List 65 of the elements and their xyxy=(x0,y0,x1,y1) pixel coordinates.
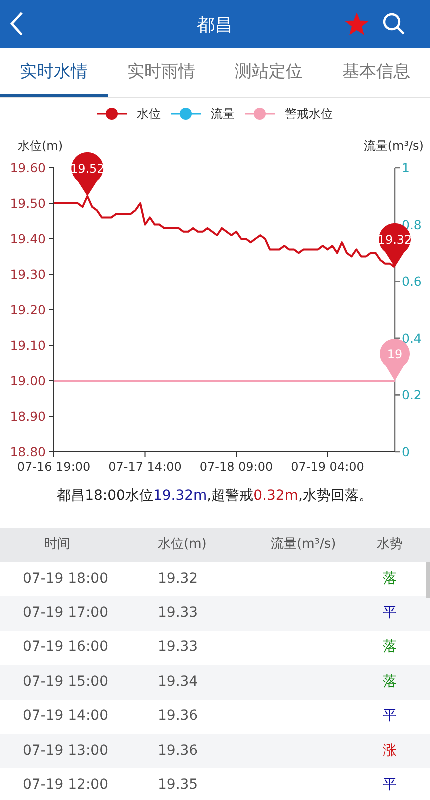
axis-tick-label: 18.80 xyxy=(10,444,46,460)
pin-label: 19 xyxy=(387,348,403,362)
pin-label: 19.32 xyxy=(378,232,412,247)
column-header: 水势 xyxy=(376,536,404,554)
column-header: 水位(m) xyxy=(157,536,208,554)
search-icon[interactable] xyxy=(383,13,405,35)
tab[interactable]: 实时水情 xyxy=(0,48,108,97)
axis-tick-label: 07-19 04:00 xyxy=(291,460,364,474)
axis-tick-label: 07-18 09:00 xyxy=(200,460,274,474)
table-cell: 19.36 xyxy=(158,708,198,724)
table-cell: 涨 xyxy=(383,742,397,759)
table-cell: 19.32 xyxy=(158,570,198,587)
table-cell: 平 xyxy=(383,777,397,794)
axis-tick-label: 07-16 19:00 xyxy=(17,460,91,474)
axis-tick-label: 0.4 xyxy=(402,330,422,346)
tab[interactable]: 测站定位 xyxy=(215,48,322,97)
tab[interactable]: 实时雨情 xyxy=(108,48,215,97)
pin-marker xyxy=(72,152,104,196)
axis-tick-label: 18.90 xyxy=(10,409,46,424)
table-cell: 07-19 18:00 xyxy=(23,570,108,587)
axis-title: 水位(m) xyxy=(18,139,64,153)
table-cell: 平 xyxy=(383,708,397,724)
table-cell: 07-19 12:00 xyxy=(23,777,108,794)
axis-tick-label: 07-17 14:00 xyxy=(108,460,182,474)
axis-tick-label: 19.30 xyxy=(10,267,46,282)
page-title: 都昌 xyxy=(197,14,233,38)
legend-swatch-icon[interactable] xyxy=(97,108,127,120)
back-icon[interactable] xyxy=(10,12,24,36)
axis-tick-label: 0.2 xyxy=(402,388,422,403)
water-level-summary: 都昌18:00水位19.32m,超警戒0.32m,水势回落。 xyxy=(56,487,374,506)
axis-tick-label: 0 xyxy=(402,444,410,460)
tab[interactable]: 基本信息 xyxy=(322,48,430,97)
axis-tick-label: 19.50 xyxy=(10,196,46,211)
legend-label[interactable]: 流量 xyxy=(211,105,235,123)
legend-label[interactable]: 水位 xyxy=(137,105,161,123)
legend-swatch-icon[interactable] xyxy=(171,108,201,120)
pin-label: 19.52 xyxy=(70,162,105,176)
table-cell: 平 xyxy=(383,605,397,622)
table-cell: 19.36 xyxy=(158,742,198,759)
axis-tick-label: 19.00 xyxy=(10,374,46,388)
table-cell: 07-19 15:00 xyxy=(23,674,108,690)
axis-tick-label: 0.6 xyxy=(402,274,422,290)
axis-title: 流量(m³/s) xyxy=(364,139,424,153)
column-header: 流量(m³/s) xyxy=(270,536,338,554)
column-header: 时间 xyxy=(44,536,72,554)
table-cell: 19.34 xyxy=(158,674,198,690)
axis-tick-label: 19.20 xyxy=(10,302,46,318)
table-cell: 落 xyxy=(383,570,397,587)
star-icon[interactable] xyxy=(345,13,369,36)
table-cell: 07-19 13:00 xyxy=(23,742,108,759)
axis-tick-label: 19.40 xyxy=(10,232,46,246)
legend-label[interactable]: 警戒水位 xyxy=(285,105,333,123)
table-cell: 落 xyxy=(383,639,397,656)
axis-tick-label: 19.60 xyxy=(10,160,46,176)
axis-tick-label: 1 xyxy=(402,160,410,176)
table-cell: 07-19 16:00 xyxy=(23,639,108,656)
axis-tick-label: 19.10 xyxy=(10,338,46,353)
table-cell: 19.35 xyxy=(158,777,198,794)
table-cell: 07-19 14:00 xyxy=(23,708,108,724)
table-cell: 19.33 xyxy=(158,639,198,656)
scrollbar[interactable] xyxy=(426,562,430,598)
table-cell: 07-19 17:00 xyxy=(23,605,108,622)
table-cell: 落 xyxy=(383,674,397,690)
table-cell: 19.33 xyxy=(158,605,198,622)
legend-swatch-icon[interactable] xyxy=(245,108,275,120)
